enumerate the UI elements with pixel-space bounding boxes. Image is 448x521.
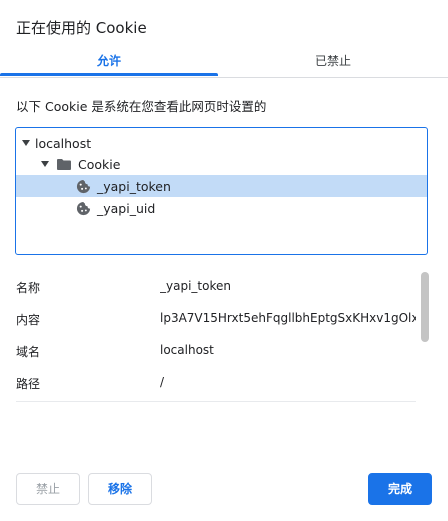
tree-node-cookie[interactable]: _yapi_token (16, 175, 427, 197)
detail-row-path: 路径 / (16, 367, 416, 399)
expand-arrow-icon[interactable] (41, 161, 49, 167)
cookie-tree[interactable]: localhost Cookie _yapi_token _yapi_uid (15, 127, 428, 255)
detail-key: 内容 (16, 313, 41, 327)
tree-node-folder[interactable]: Cookie (16, 153, 427, 175)
tab-blocked[interactable]: 已禁止 (218, 46, 448, 77)
detail-row-content: 内容 lp3A7V15Hrxt5ehFqgllbhEptgSxKHxv1gOlx… (16, 303, 416, 335)
detail-row-domain: 域名 localhost (16, 335, 416, 367)
folder-icon (57, 158, 71, 170)
expand-arrow-icon[interactable] (22, 140, 30, 146)
block-button[interactable]: 禁止 (16, 473, 80, 505)
detail-value: lp3A7V15Hrxt5ehFqgllbhEptgSxKHxv1gOlxoo (160, 311, 416, 325)
detail-key: 域名 (16, 345, 41, 359)
folder-label: Cookie (78, 156, 121, 172)
description-text: 以下 Cookie 是系统在您查看此网页时设置的 (16, 99, 267, 114)
dialog-title: 正在使用的 Cookie (16, 19, 147, 37)
cookie-details: 名称 _yapi_token 内容 lp3A7V15Hrxt5ehFqgllbh… (16, 271, 416, 402)
cookie-icon (76, 179, 91, 193)
cookie-label: _yapi_uid (97, 200, 156, 216)
tab-selected-indicator (0, 73, 218, 76)
detail-row-name: 名称 _yapi_token (16, 271, 416, 303)
detail-value: _yapi_token (160, 279, 231, 293)
done-button[interactable]: 完成 (368, 473, 432, 505)
detail-value: / (160, 375, 165, 389)
cookie-label: _yapi_token (97, 178, 171, 194)
cookie-icon (76, 201, 91, 215)
detail-value: localhost (160, 343, 214, 357)
detail-key: 路径 (16, 377, 41, 391)
site-label: localhost (35, 135, 92, 151)
cookies-dialog: 正在使用的 Cookie 允许 已禁止 以下 Cookie 是系统在您查看此网页… (0, 0, 448, 521)
remove-button[interactable]: 移除 (88, 473, 152, 505)
detail-key: 名称 (16, 281, 41, 295)
tree-node-cookie[interactable]: _yapi_uid (16, 197, 427, 219)
details-scrollbar-thumb[interactable] (421, 272, 429, 342)
tree-node-site[interactable]: localhost (16, 132, 427, 154)
